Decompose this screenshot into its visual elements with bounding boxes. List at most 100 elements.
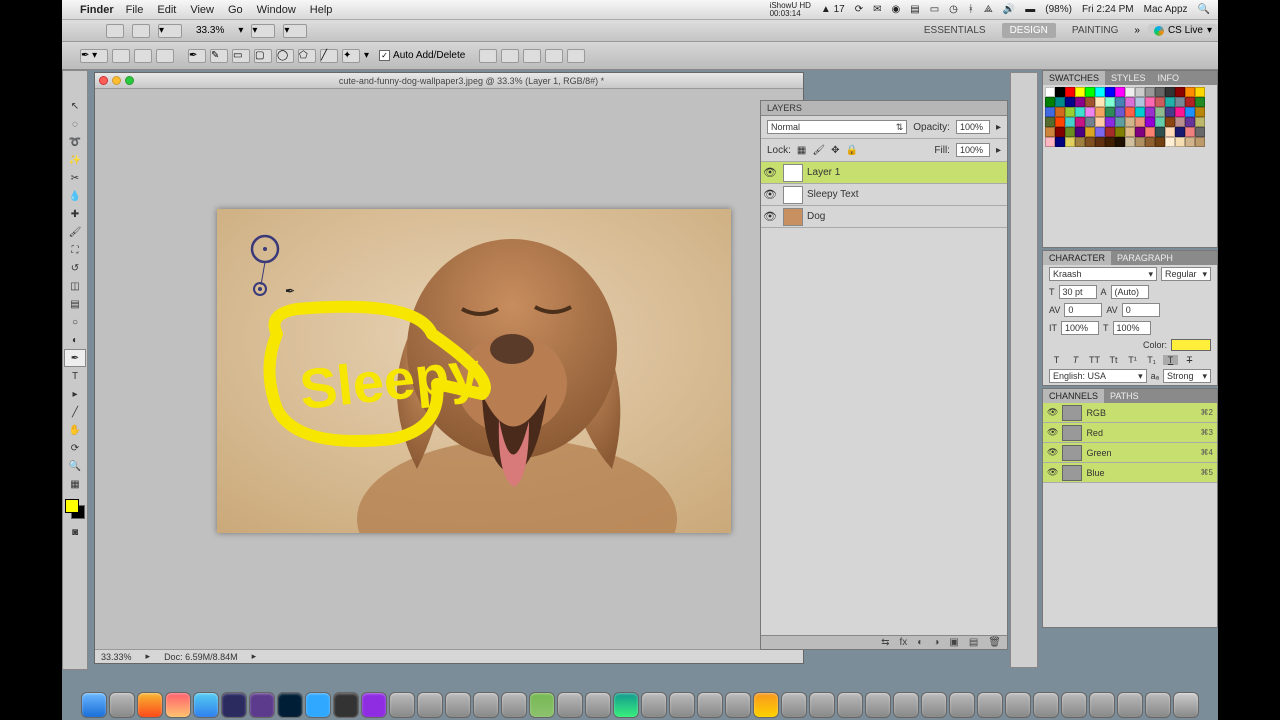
- zoom-caret-icon[interactable]: ▾: [238, 25, 243, 36]
- swatch-cell[interactable]: [1155, 107, 1165, 117]
- swatch-cell[interactable]: [1095, 87, 1105, 97]
- swatch-cell[interactable]: [1055, 107, 1065, 117]
- menu-view[interactable]: View: [190, 4, 214, 16]
- path-op-button[interactable]: [523, 49, 541, 63]
- menubar-icon[interactable]: ◉: [892, 4, 901, 15]
- wifi-icon[interactable]: ⟁: [984, 4, 993, 15]
- swatch-cell[interactable]: [1195, 127, 1205, 137]
- lasso-tool-icon[interactable]: ➰: [64, 133, 86, 151]
- swatch-cell[interactable]: [1125, 97, 1135, 107]
- menubar-icon[interactable]: ▭: [930, 4, 939, 15]
- swatch-cell[interactable]: [1105, 137, 1115, 147]
- workspace-essentials[interactable]: ESSENTIALS: [916, 23, 994, 38]
- collapsed-panel-dock[interactable]: [1010, 72, 1038, 668]
- link-layers-icon[interactable]: ⇆: [881, 637, 889, 648]
- swatch-cell[interactable]: [1195, 107, 1205, 117]
- dock-app-icon[interactable]: [641, 692, 667, 718]
- channel-row[interactable]: 👁RGB⌘2: [1043, 403, 1217, 423]
- volume-icon[interactable]: 🔊: [1003, 4, 1015, 15]
- zoom-button[interactable]: [125, 76, 134, 85]
- swatch-cell[interactable]: [1185, 97, 1195, 107]
- layer-row[interactable]: 👁 Layer 1: [761, 162, 1007, 184]
- swatch-cell[interactable]: [1125, 117, 1135, 127]
- freeform-pen-icon[interactable]: ✎: [210, 49, 228, 63]
- dock-app-icon[interactable]: [389, 692, 415, 718]
- zoom-tool-icon[interactable]: 🔍: [64, 457, 86, 475]
- dock-app-icon[interactable]: [109, 692, 135, 718]
- path-op-button[interactable]: [567, 49, 585, 63]
- dock-app-icon[interactable]: [781, 692, 807, 718]
- swatch-cell[interactable]: [1175, 117, 1185, 127]
- swatch-cell[interactable]: [1135, 97, 1145, 107]
- dock-app-icon[interactable]: [977, 692, 1003, 718]
- swatch-cell[interactable]: [1135, 87, 1145, 97]
- leading-input[interactable]: (Auto): [1111, 285, 1149, 299]
- swatch-cell[interactable]: [1155, 137, 1165, 147]
- layer-name[interactable]: Sleepy Text: [807, 189, 859, 200]
- swatch-cell[interactable]: [1105, 87, 1115, 97]
- swatch-cell[interactable]: [1165, 97, 1175, 107]
- channel-row[interactable]: 👁Green⌘4: [1043, 443, 1217, 463]
- swatch-cell[interactable]: [1195, 117, 1205, 127]
- document-canvas[interactable]: Sleepy ✒: [217, 209, 731, 533]
- dock-app-icon[interactable]: [557, 692, 583, 718]
- menubar-icon[interactable]: ▤: [910, 4, 919, 15]
- lock-trans-icon[interactable]: ▦: [797, 145, 806, 156]
- dock-app-icon[interactable]: [1145, 692, 1171, 718]
- language-select[interactable]: English: USA▾: [1049, 369, 1147, 383]
- line-shape-icon[interactable]: ╱: [320, 49, 338, 63]
- lock-all-icon[interactable]: 🔒: [845, 145, 857, 156]
- swatch-cell[interactable]: [1105, 97, 1115, 107]
- auto-add-delete-checkbox[interactable]: ✓Auto Add/Delete: [379, 50, 465, 61]
- swatch-cell[interactable]: [1075, 127, 1085, 137]
- swatch-cell[interactable]: [1195, 87, 1205, 97]
- path-mode-button[interactable]: [134, 49, 152, 63]
- swatch-cell[interactable]: [1115, 117, 1125, 127]
- swatch-cell[interactable]: [1175, 127, 1185, 137]
- zoom-level[interactable]: 33.3%: [190, 25, 230, 36]
- visibility-icon[interactable]: 👁: [761, 188, 779, 201]
- close-button[interactable]: [99, 76, 108, 85]
- screen-mode-button[interactable]: [132, 24, 150, 38]
- swatch-cell[interactable]: [1055, 97, 1065, 107]
- swatch-cell[interactable]: [1065, 97, 1075, 107]
- dodge-tool-icon[interactable]: ◐: [64, 331, 86, 349]
- swatch-cell[interactable]: [1165, 107, 1175, 117]
- info-tab[interactable]: INFO: [1152, 71, 1186, 85]
- window-titlebar[interactable]: cute-and-funny-dog-wallpaper3.jpeg @ 33.…: [95, 73, 803, 89]
- swatch-cell[interactable]: [1055, 87, 1065, 97]
- dock-app-icon[interactable]: [473, 692, 499, 718]
- swatch-cell[interactable]: [1055, 127, 1065, 137]
- swatch-cell[interactable]: [1065, 117, 1075, 127]
- swatch-cell[interactable]: [1165, 137, 1175, 147]
- pen-tool-icon[interactable]: ✒: [188, 49, 206, 63]
- menu-window[interactable]: Window: [257, 4, 296, 16]
- path-select-tool-icon[interactable]: ▸: [64, 385, 86, 403]
- status-doc-size[interactable]: Doc: 6.59M/8.84M: [164, 652, 238, 662]
- blend-mode-select[interactable]: Normal⇅: [767, 120, 907, 134]
- hand-tool-icon[interactable]: ✋: [64, 421, 86, 439]
- swatch-cell[interactable]: [1145, 107, 1155, 117]
- dock-app-icon[interactable]: [417, 692, 443, 718]
- swatch-cell[interactable]: [1165, 127, 1175, 137]
- swatch-cell[interactable]: [1155, 117, 1165, 127]
- swatch-cell[interactable]: [1065, 107, 1075, 117]
- visibility-icon[interactable]: 👁: [1047, 407, 1058, 418]
- menu-go[interactable]: Go: [228, 4, 243, 16]
- layer-thumb[interactable]: [783, 208, 803, 226]
- dock-app-icon[interactable]: [333, 692, 359, 718]
- swatch-cell[interactable]: [1145, 117, 1155, 127]
- swatch-cell[interactable]: [1085, 127, 1095, 137]
- menu-edit[interactable]: Edit: [157, 4, 176, 16]
- swatch-cell[interactable]: [1145, 97, 1155, 107]
- dock-app-icon[interactable]: [865, 692, 891, 718]
- antialias-select[interactable]: Strong▾: [1163, 369, 1211, 383]
- quickmask-icon[interactable]: ◙: [64, 523, 86, 541]
- swatch-cell[interactable]: [1115, 127, 1125, 137]
- swatch-cell[interactable]: [1065, 137, 1075, 147]
- fx-icon[interactable]: fx: [900, 637, 908, 648]
- dock-app-icon[interactable]: [753, 692, 779, 718]
- workspace-more-icon[interactable]: »: [1134, 25, 1140, 36]
- adjustment-icon[interactable]: ◑: [933, 637, 939, 648]
- swatch-cell[interactable]: [1065, 127, 1075, 137]
